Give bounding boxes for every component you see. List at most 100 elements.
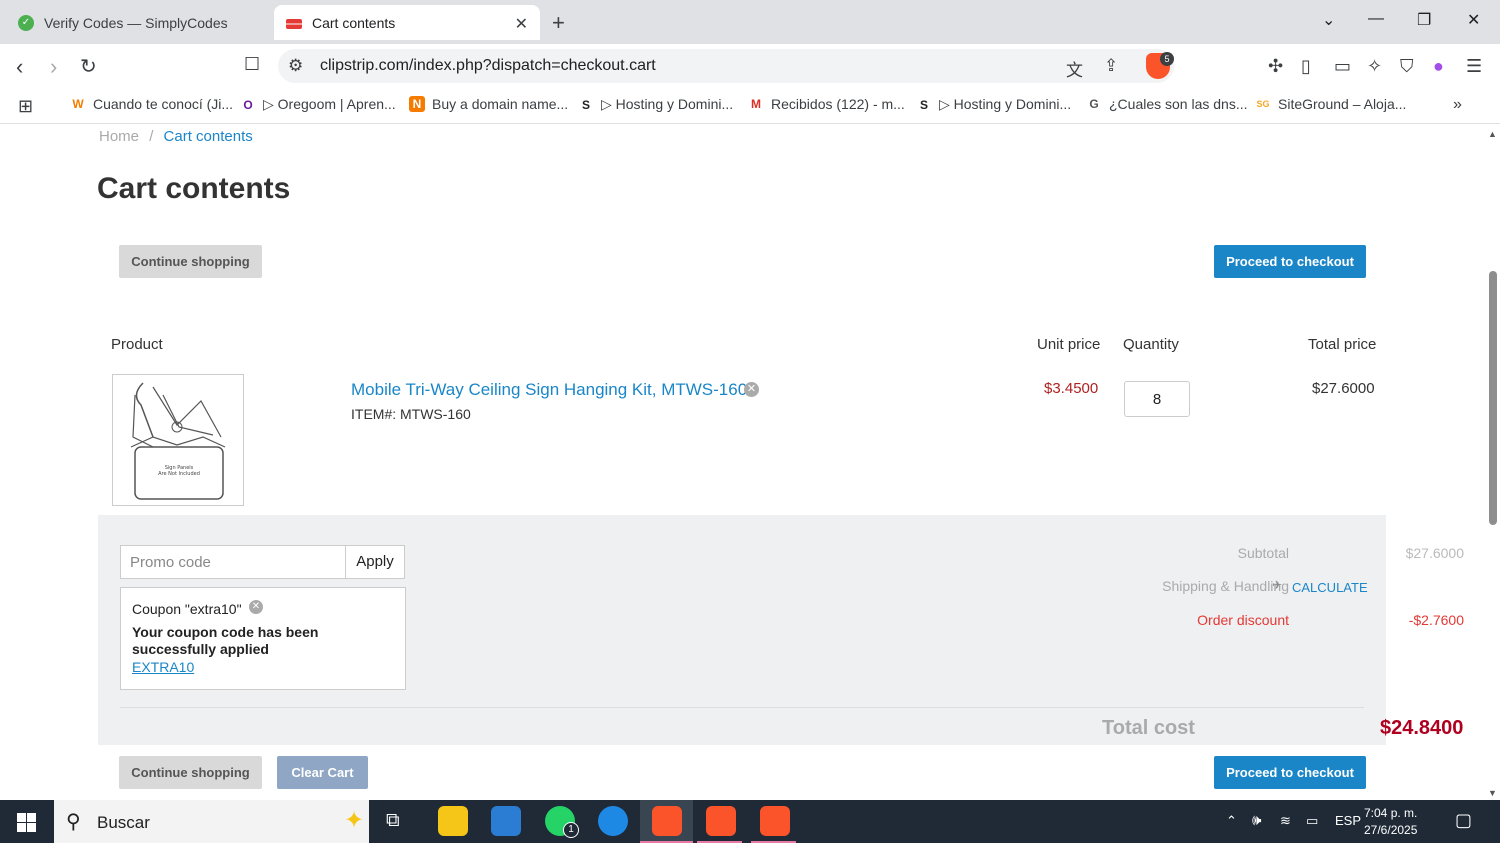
profile-icon[interactable]: ● [1433, 56, 1444, 77]
bookmark-label: SiteGround – Aloja... [1278, 96, 1407, 112]
reload-icon[interactable]: ↻ [80, 54, 97, 79]
order-discount-value: -$2.7600 [1408, 612, 1464, 628]
wifi-icon[interactable]: ≋ [1280, 813, 1291, 829]
bookmark-item[interactable]: S ▷ Hosting y Domini... [916, 96, 1071, 113]
header-unit-price: Unit price [1037, 336, 1101, 353]
header-quantity: Quantity [1123, 336, 1179, 353]
copilot-sparkle-icon: ✦ [344, 807, 365, 834]
apply-promo-button[interactable]: Apply [345, 545, 405, 579]
language-indicator[interactable]: ESP [1335, 813, 1361, 828]
gmail-icon: M [751, 97, 761, 111]
bookmark-item[interactable]: SG SiteGround – Aloja... [1255, 96, 1406, 112]
plane-icon: ✈ [1272, 578, 1283, 592]
back-icon[interactable]: ‹ [16, 54, 23, 80]
clock-date: 27/6/2025 [1364, 823, 1418, 837]
bookmarks-bar: ⊞ W Cuando te conocí (Ji... O ▷ Oregoom … [0, 88, 1500, 124]
shipping-label: Shipping & Handling [1162, 578, 1289, 594]
clock-time: 7:04 p. m. [1364, 806, 1418, 820]
scroll-thumb[interactable] [1489, 271, 1497, 525]
breadcrumb-home[interactable]: Home [99, 128, 139, 145]
coupon-applied-box: Coupon "extra10" ✕ Your coupon code has … [120, 587, 406, 690]
remove-item-icon[interactable]: ✕ [744, 382, 759, 397]
close-window-icon[interactable]: ✕ [1467, 10, 1480, 30]
url-text[interactable]: clipstrip.com/index.php?dispatch=checkou… [320, 57, 656, 75]
edge-icon[interactable] [598, 806, 628, 836]
new-tab-icon[interactable]: + [552, 10, 565, 36]
tab-label: Verify Codes — SimplyCodes [44, 14, 228, 31]
vpn-icon[interactable]: ⛉ [1400, 56, 1414, 77]
windows-start-icon[interactable] [17, 813, 36, 832]
bookmark-icon[interactable]: ☐ [244, 54, 260, 75]
continue-shopping-button-bottom[interactable]: Continue shopping [119, 756, 262, 789]
bookmark-label: ¿Cuales son las dns... [1109, 96, 1248, 112]
task-view-icon[interactable]: ⧉ [386, 810, 400, 832]
breadcrumb-separator: / [149, 128, 154, 145]
brave-icon[interactable] [760, 806, 790, 836]
tab-label: Cart contents [312, 14, 396, 31]
breadcrumb: Home / Cart contents [99, 128, 253, 145]
bookmark-label: Recibidos (122) - m... [771, 96, 905, 112]
item-total-price: $27.6000 [1312, 380, 1375, 397]
header-product: Product [111, 336, 163, 353]
bookmark-item[interactable]: N Buy a domain name... [409, 96, 568, 112]
minimize-icon[interactable]: — [1368, 10, 1384, 28]
product-name-link[interactable]: Mobile Tri-Way Ceiling Sign Hanging Kit,… [351, 380, 747, 400]
bookmark-n-icon: N [409, 96, 425, 112]
tab-search-chevron-icon[interactable]: ⌄ [1322, 10, 1335, 30]
scroll-up-icon[interactable]: ▲ [1488, 129, 1497, 139]
remove-coupon-icon[interactable]: ✕ [249, 600, 263, 614]
share-icon[interactable]: ⇪ [1104, 56, 1118, 76]
promo-code-input[interactable] [120, 545, 346, 579]
extensions-icon[interactable]: ✣ [1268, 56, 1283, 77]
proceed-checkout-button[interactable]: Proceed to checkout [1214, 245, 1366, 278]
total-cost-value: $24.8400 [1380, 717, 1464, 739]
clock[interactable]: 7:04 p. m. 27/6/2025 [1364, 805, 1417, 839]
wallet-icon[interactable]: ▭ [1334, 56, 1351, 77]
globe-icon: G [1089, 97, 1099, 111]
brave-icon[interactable] [706, 806, 736, 836]
forward-icon[interactable]: › [50, 54, 57, 80]
page-content: Home / Cart contents Cart contents Conti… [0, 125, 1486, 800]
translate-icon[interactable]: 文 [1066, 56, 1083, 81]
tab-verify-codes[interactable]: ✓ Verify Codes — SimplyCodes [6, 5, 268, 40]
address-bar[interactable]: ⚙ clipstrip.com/index.php?dispatch=check… [278, 49, 1174, 83]
restore-icon[interactable]: ❐ [1417, 10, 1431, 30]
proceed-checkout-button-bottom[interactable]: Proceed to checkout [1214, 756, 1366, 789]
bookmark-label: Cuando te conocí (Ji... [93, 96, 234, 112]
more-bookmarks-icon[interactable]: » [1453, 96, 1462, 114]
bookmark-item[interactable]: S ▷ Hosting y Domini... [578, 96, 733, 113]
battery-icon[interactable]: ▭ [1306, 813, 1318, 829]
bookmark-item[interactable]: M Recibidos (122) - m... [748, 96, 905, 112]
coupon-label: Coupon "extra10" [132, 601, 242, 617]
tab-cart-contents[interactable]: Cart contents ✕ [274, 5, 540, 40]
bookmark-s-icon: S [581, 97, 590, 112]
bookmark-label: ▷ Hosting y Domini... [939, 96, 1072, 112]
taskbar-search[interactable]: ⚲ Buscar ✦ [54, 800, 369, 843]
scroll-down-icon[interactable]: ▼ [1488, 788, 1497, 798]
microsoft-store-icon[interactable] [491, 806, 521, 836]
calculate-shipping-link[interactable]: CALCULATE [1292, 580, 1368, 595]
bookmark-item[interactable]: W Cuando te conocí (Ji... [70, 96, 233, 112]
menu-icon[interactable]: ☰ [1466, 56, 1482, 77]
volume-icon[interactable]: 🕪 [1252, 812, 1261, 829]
page-scrollbar[interactable]: ▲ ▼ [1486, 125, 1500, 800]
breadcrumb-current[interactable]: Cart contents [164, 128, 253, 145]
product-image[interactable]: Sign Panels Are Not Included [112, 374, 244, 506]
quantity-input[interactable] [1124, 381, 1190, 417]
site-settings-icon[interactable]: ⚙ [288, 56, 303, 76]
brave-icon[interactable] [652, 806, 682, 836]
close-tab-icon[interactable]: ✕ [515, 14, 528, 34]
clear-cart-button[interactable]: Clear Cart [277, 756, 368, 789]
unit-price: $3.4500 [1044, 380, 1099, 397]
bookmark-item[interactable]: O ▷ Oregoom | Apren... [240, 96, 395, 113]
bookmark-item[interactable]: G ¿Cuales son las dns... [1086, 96, 1248, 112]
continue-shopping-button[interactable]: Continue shopping [119, 245, 262, 278]
show-hidden-icons-chevron[interactable]: ⌃ [1226, 813, 1237, 829]
sidebar-icon[interactable]: ▯ [1301, 56, 1311, 77]
file-explorer-icon[interactable] [438, 806, 468, 836]
coupon-code-link[interactable]: EXTRA10 [132, 659, 194, 675]
apps-grid-icon[interactable]: ⊞ [18, 96, 33, 117]
notifications-icon[interactable]: ▢ [1455, 810, 1472, 831]
leo-ai-icon[interactable]: ✧ [1367, 56, 1382, 77]
summary-divider [120, 707, 1364, 708]
